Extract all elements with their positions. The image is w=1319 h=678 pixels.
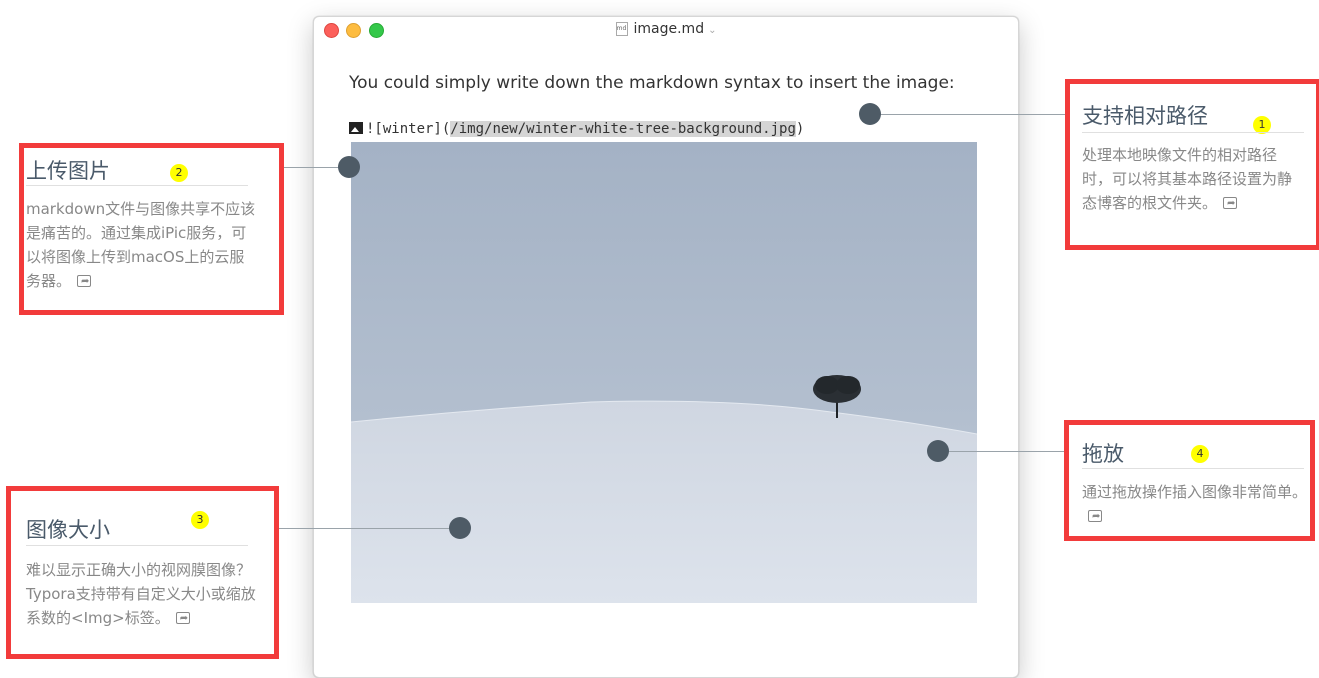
window-title-text: image.md (633, 21, 705, 37)
callout-description-text: 通过拖放操作插入图像非常简单。 (1082, 483, 1308, 501)
connector-line-4 (938, 451, 1068, 452)
image-icon (349, 122, 363, 134)
callout-heading: 图像大小 (26, 518, 110, 542)
code-prefix: ![winter]( (366, 121, 451, 137)
share-link-icon[interactable] (1223, 192, 1238, 216)
window-title[interactable]: md image.md ⌄ (314, 21, 1018, 37)
callout-description-text: 难以显示正确大小的视网膜图像？Typora支持带有自定义大小或缩放系数的<Img… (26, 561, 256, 627)
code-url: /img/new/winter-white-tree-background.jp… (450, 121, 796, 137)
callout-description: markdown文件与图像共享不应该是痛苦的。通过集成iPic服务，可以将图像上… (26, 197, 256, 294)
connector-line-3 (248, 528, 460, 529)
callout-divider (1082, 468, 1304, 469)
callout-number-badge: 4 (1191, 445, 1209, 463)
intro-paragraph[interactable]: You could simply write down the markdown… (349, 73, 955, 93)
callout-description: 难以显示正确大小的视网膜图像？Typora支持带有自定义大小或缩放系数的<Img… (26, 558, 258, 631)
callout-heading: 拖放 (1082, 442, 1124, 466)
callout-image-size: 图像大小 3 难以显示正确大小的视网膜图像？Typora支持带有自定义大小或缩放… (6, 486, 279, 659)
callout-heading: 支持相对路径 (1082, 104, 1208, 128)
chevron-down-icon[interactable]: ⌄ (708, 25, 716, 36)
callout-number-badge: 3 (191, 511, 209, 529)
code-suffix: ) (795, 121, 805, 137)
callout-divider (26, 185, 248, 186)
callout-heading: 上传图片 (26, 159, 110, 183)
hotspot-dot-2[interactable] (338, 156, 360, 178)
callout-drag-drop: 拖放 4 通过拖放操作插入图像非常简单。 (1064, 420, 1315, 541)
markdown-doc-icon: md (615, 22, 628, 36)
hotspot-dot-3[interactable] (449, 517, 471, 539)
callout-description-text: 处理本地映像文件的相对路径时，可以将其基本路径设置为静态博客的根文件夹。 (1082, 146, 1293, 212)
title-bar: md image.md ⌄ (314, 17, 1018, 45)
share-link-icon[interactable] (1088, 505, 1102, 529)
connector-line-1 (870, 114, 1070, 115)
callout-description: 通过拖放操作插入图像非常简单。 (1082, 480, 1308, 529)
hotspot-dot-4[interactable] (927, 440, 949, 462)
callout-divider (1082, 132, 1304, 133)
callout-number-badge: 2 (170, 164, 188, 182)
share-link-icon[interactable] (175, 607, 190, 631)
hotspot-dot-1[interactable] (859, 103, 881, 125)
callout-upload-image: 上传图片 2 markdown文件与图像共享不应该是痛苦的。通过集成iPic服务… (19, 143, 284, 315)
callout-divider (26, 545, 248, 546)
share-link-icon[interactable] (77, 270, 92, 294)
callout-description-text: markdown文件与图像共享不应该是痛苦的。通过集成iPic服务，可以将图像上… (26, 200, 256, 290)
winter-tree-image[interactable] (351, 142, 977, 603)
image-markdown-syntax[interactable]: ![winter](/img/new/winter-white-tree-bac… (349, 119, 804, 139)
winter-landscape-graphic (351, 142, 977, 603)
callout-relative-path: 支持相对路径 1 处理本地映像文件的相对路径时，可以将其基本路径设置为静态博客的… (1065, 79, 1319, 250)
callout-description: 处理本地映像文件的相对路径时，可以将其基本路径设置为静态博客的根文件夹。 (1082, 143, 1304, 216)
